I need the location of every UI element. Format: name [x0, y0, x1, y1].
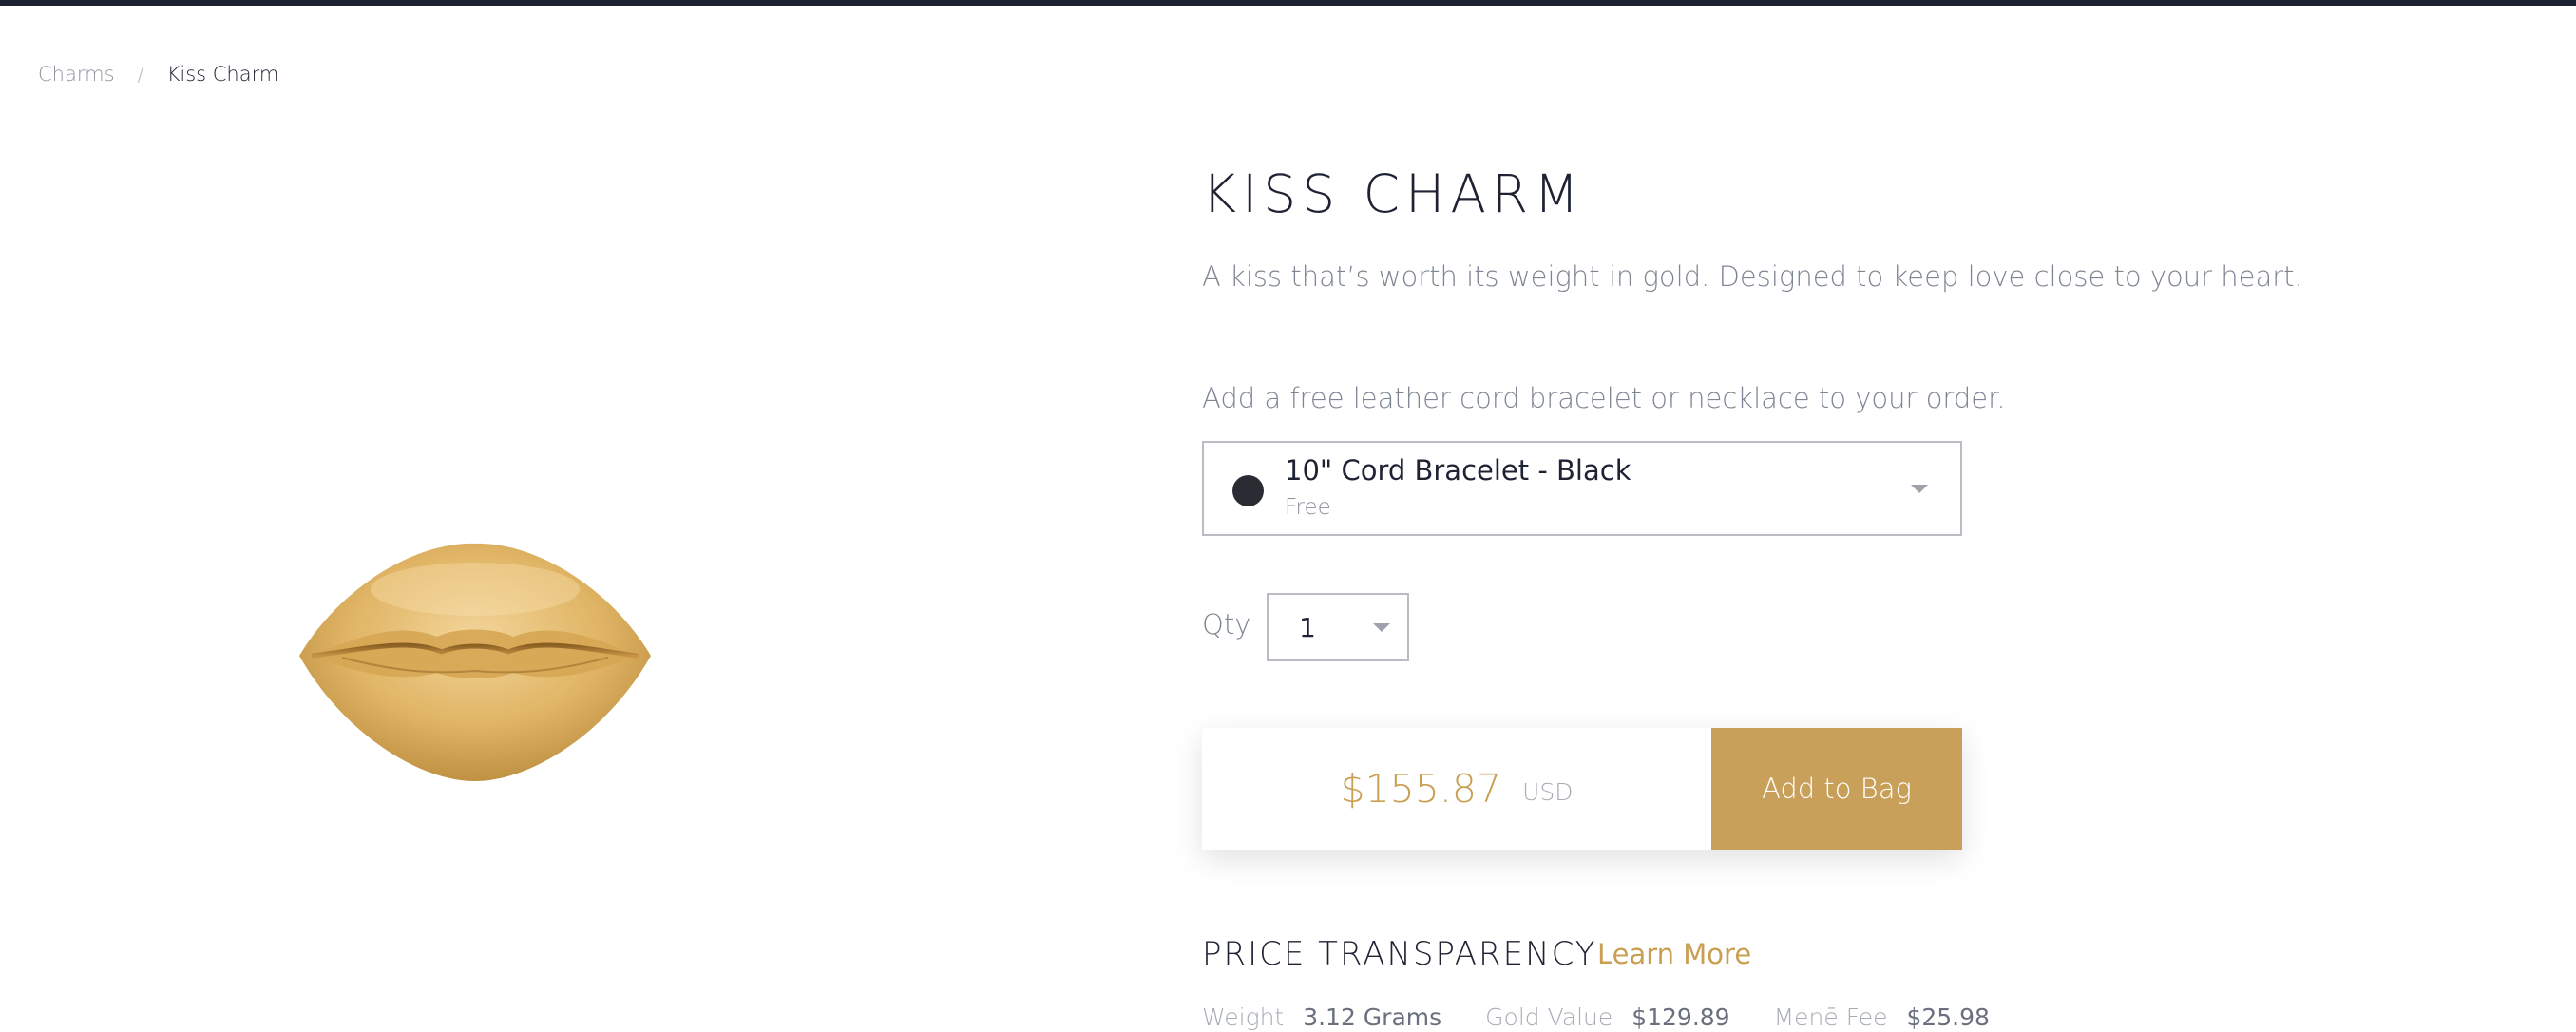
spec-label: Gold Value: [1485, 1003, 1613, 1031]
spec-label: Weight: [1202, 1003, 1285, 1031]
chevron-down-icon: [1911, 485, 1928, 493]
breadcrumb: Charms / Kiss Charm: [38, 63, 278, 86]
price-amount: $155.87: [1340, 766, 1502, 812]
cord-option-price: Free: [1285, 495, 1331, 520]
price-transparency-heading: PRICE TRANSPARENCY: [1202, 935, 1597, 973]
price-breakdown: Weight 3.12 Grams Gold Value $129.89 Men…: [1202, 1003, 2033, 1031]
spec-mene-fee: Menē Fee $25.98: [1774, 1003, 1990, 1031]
breadcrumb-separator: /: [137, 63, 144, 86]
spec-label: Menē Fee: [1773, 1003, 1888, 1031]
product-image: [285, 532, 665, 798]
price-area: $155.87 USD: [1202, 728, 1711, 850]
breadcrumb-charms-link[interactable]: Charms: [38, 63, 115, 86]
price-currency: USD: [1522, 777, 1574, 806]
gold-lips-charm-icon: [299, 543, 651, 781]
product-title: KISS CHARM: [1202, 163, 1585, 224]
product-description: A kiss that’s worth its weight in gold. …: [1202, 260, 2303, 293]
breadcrumb-current: Kiss Charm: [166, 63, 279, 86]
spec-weight: Weight 3.12 Grams: [1202, 1003, 1441, 1031]
top-bar: [0, 0, 2576, 6]
black-swatch-icon: [1232, 475, 1264, 506]
quantity-value: 1: [1299, 612, 1316, 643]
add-to-bag-button[interactable]: Add to Bag: [1711, 728, 1962, 850]
quantity-select[interactable]: 1: [1267, 593, 1409, 661]
chevron-down-icon: [1373, 623, 1390, 632]
cord-option-select[interactable]: 10" Cord Bracelet - Black Free: [1202, 441, 1962, 536]
spec-value: $129.89: [1631, 1003, 1730, 1031]
qty-label: Qty: [1202, 608, 1251, 640]
cord-option-name: 10" Cord Bracelet - Black: [1285, 454, 1631, 487]
spec-value: 3.12 Grams: [1303, 1003, 1442, 1031]
cord-offer-text: Add a free leather cord bracelet or neck…: [1202, 382, 2006, 414]
learn-more-link[interactable]: Learn More: [1597, 938, 1751, 970]
purchase-box: $155.87 USD Add to Bag: [1202, 728, 1962, 850]
spec-value: $25.98: [1906, 1003, 1990, 1031]
spec-gold-value: Gold Value $129.89: [1485, 1003, 1729, 1031]
